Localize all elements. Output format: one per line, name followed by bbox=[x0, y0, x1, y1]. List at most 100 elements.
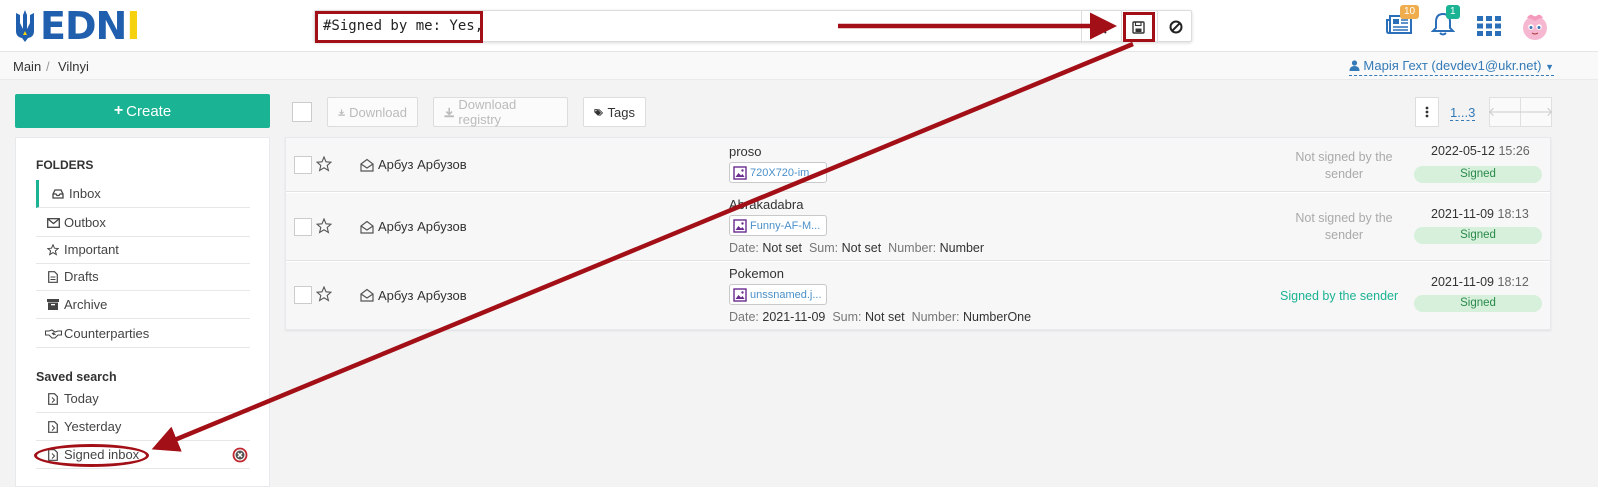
signed-badge: Signed bbox=[1414, 227, 1542, 244]
logo-text: ED N I bbox=[40, 4, 140, 48]
message-subject[interactable]: Pokemon bbox=[729, 266, 784, 281]
search-input[interactable]: #Signed by me: Yes, bbox=[315, 11, 483, 43]
meta-date-value: Not set bbox=[762, 241, 802, 255]
sidebar-item-counterparties[interactable]: Counterparties bbox=[36, 320, 250, 348]
message-sender: Арбуз Арбузов bbox=[378, 288, 467, 303]
star-icon[interactable] bbox=[316, 156, 332, 172]
tags-icon bbox=[594, 108, 604, 116]
message-subject[interactable]: proso bbox=[729, 144, 762, 159]
attachment-chip[interactable]: unssnamed.j... bbox=[729, 284, 827, 305]
signature-status: Not signed by the sender bbox=[1295, 211, 1393, 242]
saved-search-signed-inbox[interactable]: Signed inbox bbox=[34, 441, 250, 469]
apps-button[interactable] bbox=[1473, 10, 1505, 42]
caret-down-icon: ▼ bbox=[1545, 62, 1554, 72]
search-button[interactable] bbox=[1081, 11, 1117, 43]
breadcrumb-main[interactable]: Main bbox=[13, 59, 41, 74]
download-button[interactable]: Download bbox=[327, 97, 418, 127]
delete-saved-search-icon[interactable] bbox=[232, 447, 248, 463]
save-highlight bbox=[1123, 12, 1155, 42]
handshake-icon bbox=[44, 327, 62, 341]
clear-search-button[interactable] bbox=[1157, 11, 1193, 43]
next-page-button[interactable]: 🡒 bbox=[1518, 97, 1554, 127]
folders-heading: FOLDERS bbox=[36, 158, 94, 172]
sidebar-item-label: Yesterday bbox=[64, 419, 122, 434]
message-subject[interactable]: Abrakadabra bbox=[729, 197, 803, 212]
star-icon[interactable] bbox=[316, 218, 332, 234]
sidebar-item-drafts[interactable]: Drafts bbox=[36, 263, 250, 291]
meta-number-value: NumberOne bbox=[963, 310, 1032, 324]
meta-sum-label: Sum: bbox=[832, 310, 862, 324]
star-icon[interactable] bbox=[316, 286, 332, 302]
message-meta: Date: 2021-11-09 Sum: Not set Number: Nu… bbox=[729, 310, 1031, 324]
message-date: 2022-05-12 bbox=[1431, 144, 1495, 158]
saved-search-today[interactable]: Today bbox=[36, 385, 250, 413]
download-icon bbox=[338, 108, 345, 116]
download-registry-label: Download registry bbox=[458, 97, 517, 127]
signed-inbox-highlight bbox=[34, 444, 149, 467]
create-button[interactable]: + Create bbox=[15, 94, 270, 128]
envelope-icon bbox=[44, 216, 62, 230]
meta-number-value: Number bbox=[939, 241, 985, 255]
attachment-chip[interactable]: 720X720-im... bbox=[729, 162, 827, 183]
meta-number-label: Number: bbox=[888, 241, 937, 255]
tags-button[interactable]: Tags bbox=[583, 97, 646, 127]
sidebar-item-label: Counterparties bbox=[64, 326, 150, 341]
sidebar-item-label: Outbox bbox=[64, 215, 106, 230]
message-time: 18:13 bbox=[1497, 207, 1529, 221]
user-menu[interactable]: Марія Гехт (devdev1@ukr.net) ▼ bbox=[1348, 58, 1554, 76]
notification-count-badge: 1 bbox=[1446, 5, 1460, 19]
saved-file-icon bbox=[44, 420, 62, 434]
meta-sum-value: Not set bbox=[841, 241, 882, 255]
attachment-name: Funny-AF-M... bbox=[750, 219, 821, 232]
row-checkbox[interactable] bbox=[294, 286, 312, 304]
message-date: 2021-11-09 bbox=[1431, 275, 1495, 289]
message-meta: Date: Not set Sum: Not set Number: Numbe… bbox=[729, 241, 984, 255]
attachment-chip[interactable]: Funny-AF-M... bbox=[729, 215, 827, 236]
file-icon bbox=[44, 270, 62, 284]
breadcrumb-current: Vilnyi bbox=[58, 59, 89, 74]
notifications-button[interactable]: 1 bbox=[1427, 5, 1460, 40]
prev-page-button[interactable]: 🡐 bbox=[1487, 97, 1523, 127]
message-datetime: 2022-05-12 15:26 bbox=[1431, 144, 1530, 158]
saved-search-yesterday[interactable]: Yesterday bbox=[36, 413, 250, 441]
breadcrumb: Main / Vilnyi Марія Гехт (devdev1@ukr.ne… bbox=[0, 52, 1598, 80]
sidebar-item-inbox[interactable]: Inbox bbox=[36, 180, 250, 208]
search-icon bbox=[1093, 20, 1107, 34]
arrow-left-icon: 🡐 bbox=[1487, 104, 1523, 119]
user-icon bbox=[1349, 60, 1360, 71]
top-bar: ED N I #Signed by me: Yes, 10 1 bbox=[0, 0, 1598, 52]
pagination-range[interactable]: 1...3 bbox=[1450, 105, 1476, 121]
image-file-icon bbox=[733, 165, 747, 180]
message-date: 2021-11-09 bbox=[1431, 207, 1495, 221]
user-avatar[interactable] bbox=[1517, 8, 1553, 44]
message-row[interactable]: Арбуз Арбузов Abrakadabra Funny-AF-M... … bbox=[286, 193, 1550, 261]
search-box: #Signed by me: Yes, bbox=[314, 10, 1193, 43]
meta-date-label: Date: bbox=[729, 241, 759, 255]
trident-icon bbox=[16, 10, 34, 42]
open-envelope-icon bbox=[360, 220, 374, 234]
arrow-right-icon: 🡒 bbox=[1518, 104, 1554, 119]
sidebar-item-outbox[interactable]: Outbox bbox=[36, 209, 250, 237]
sidebar-item-important[interactable]: Important bbox=[36, 236, 250, 264]
star-icon bbox=[44, 243, 62, 257]
vertical-ellipsis-icon bbox=[1425, 106, 1429, 118]
meta-sum-value: Not set bbox=[865, 310, 905, 324]
news-button[interactable]: 10 bbox=[1383, 5, 1420, 40]
select-all-checkbox[interactable] bbox=[292, 102, 312, 122]
message-row[interactable]: Арбуз Арбузов Pokemon unssnamed.j... Dat… bbox=[286, 262, 1550, 329]
user-name: Марія Гехт (devdev1@ukr.net) bbox=[1363, 58, 1542, 73]
archive-icon bbox=[44, 298, 62, 312]
download-registry-button[interactable]: Download registry bbox=[433, 97, 568, 127]
message-sender: Арбуз Арбузов bbox=[378, 157, 467, 172]
more-options-button[interactable] bbox=[1415, 97, 1439, 127]
sidebar-item-archive[interactable]: Archive bbox=[36, 291, 250, 319]
edni-logo[interactable]: ED N I bbox=[12, 4, 140, 48]
save-search-button[interactable] bbox=[1121, 11, 1155, 43]
sidebar-item-label: Important bbox=[64, 242, 119, 257]
row-checkbox[interactable] bbox=[294, 156, 312, 174]
message-sender: Арбуз Арбузов bbox=[378, 219, 467, 234]
row-checkbox[interactable] bbox=[294, 218, 312, 236]
message-row[interactable]: Арбуз Арбузов proso 720X720-im... Not si… bbox=[286, 138, 1550, 192]
sidebar-item-label: Today bbox=[64, 391, 99, 406]
ban-icon bbox=[1169, 20, 1182, 34]
